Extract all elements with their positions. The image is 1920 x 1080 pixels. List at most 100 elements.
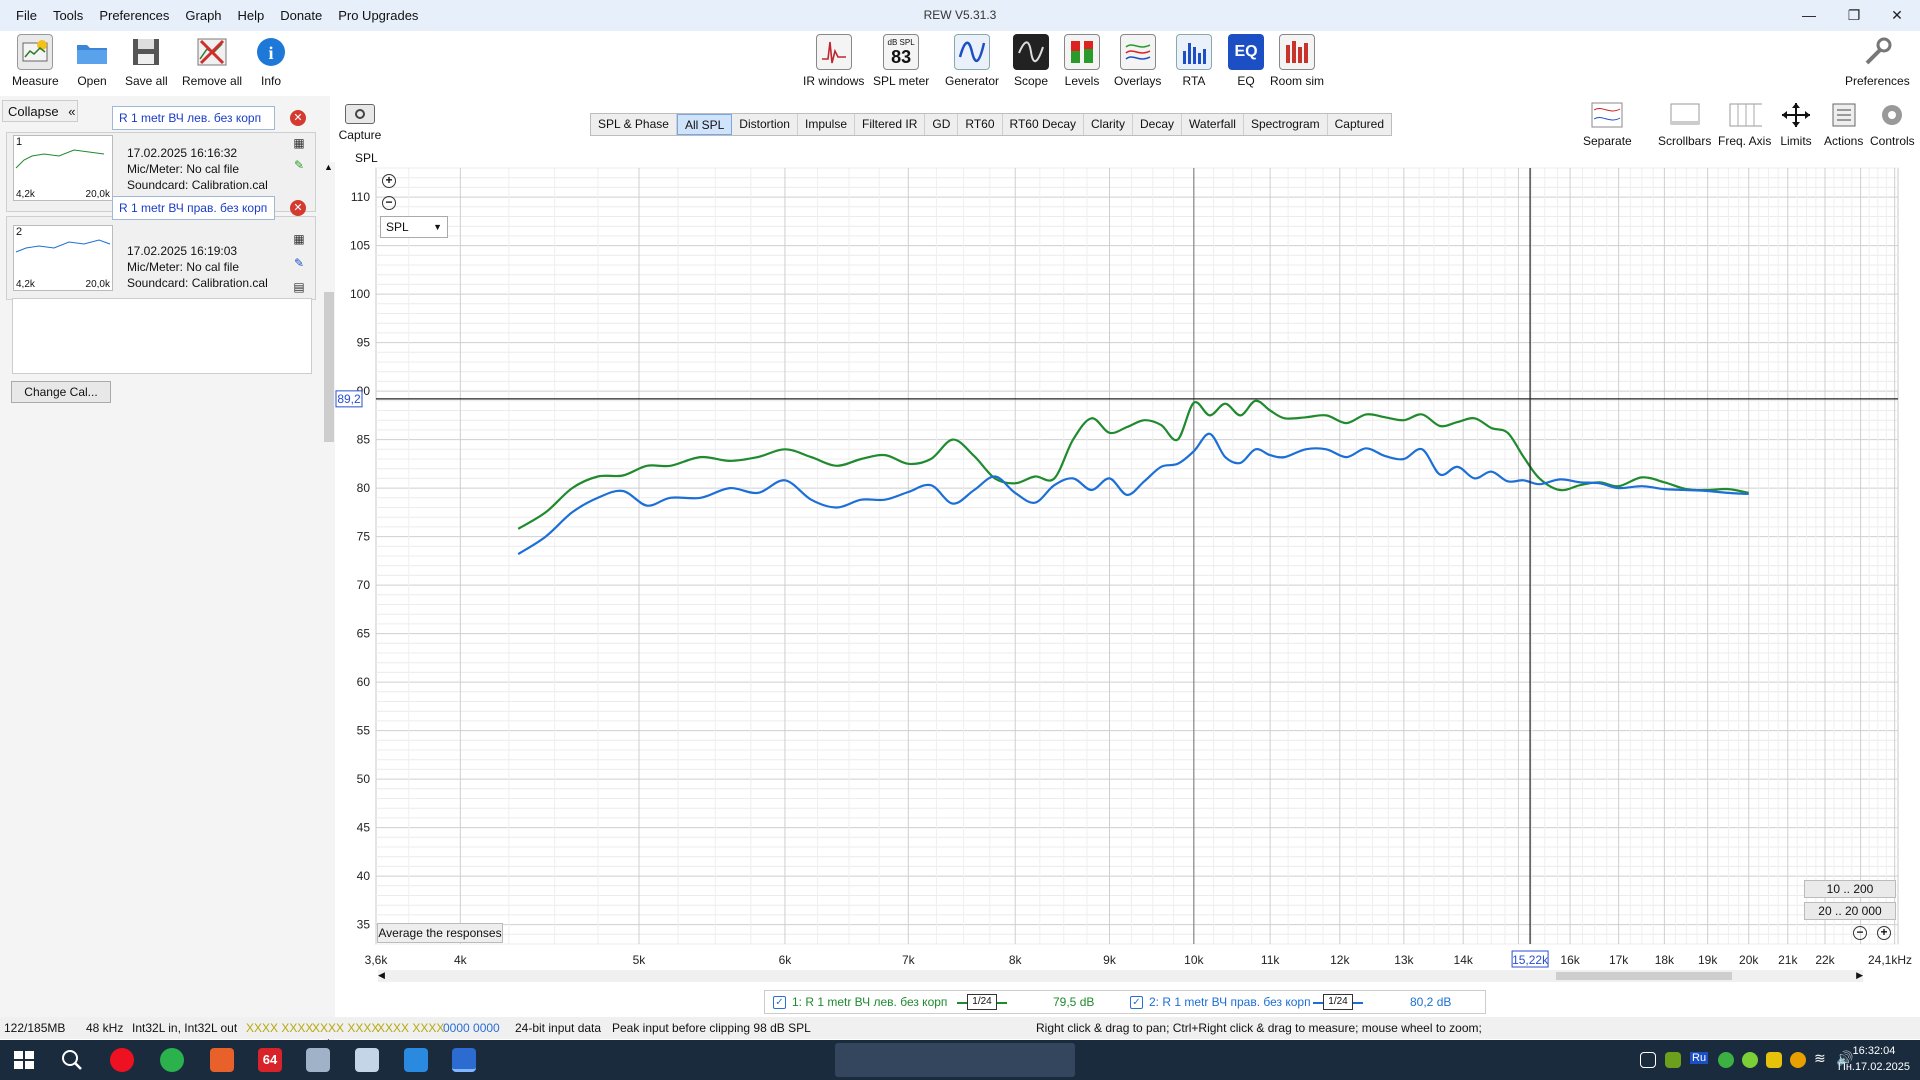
freq-axis-button[interactable]: Freq. Axis [1718, 100, 1771, 148]
generator-button[interactable]: Generator [945, 34, 999, 88]
tab-spl-phase[interactable]: SPL & Phase [591, 114, 677, 135]
info-button[interactable]: i Info [253, 34, 289, 88]
limits-button[interactable]: Limits [1779, 100, 1813, 148]
change-cal-button[interactable]: Change Cal... [11, 381, 111, 403]
tab-waterfall[interactable]: Waterfall [1182, 114, 1244, 135]
series-1-checkbox[interactable]: ✓ [773, 996, 786, 1009]
nvidia-icon[interactable] [1665, 1052, 1681, 1068]
explorer-icon[interactable] [355, 1048, 379, 1072]
rta-button[interactable]: RTA [1176, 34, 1212, 88]
tab-filtered-ir[interactable]: Filtered IR [855, 114, 926, 135]
menu-pro-upgrades[interactable]: Pro Upgrades [330, 8, 426, 23]
language-indicator[interactable]: Ru [1690, 1052, 1709, 1064]
tab-distortion[interactable]: Distortion [732, 114, 798, 135]
tray-icon-3[interactable] [1742, 1052, 1758, 1068]
separate-button[interactable]: Separate [1583, 100, 1632, 148]
measurement-2-thumbnail[interactable]: 2 4,2k 20,0k [13, 225, 113, 291]
series-2-checkbox[interactable]: ✓ [1130, 996, 1143, 1009]
tab-rt60[interactable]: RT60 [958, 114, 1003, 135]
tab-decay[interactable]: Decay [1133, 114, 1183, 135]
tray-icon-4[interactable] [1766, 1052, 1782, 1068]
measurement-1-remove-icon[interactable]: ✕ [290, 110, 306, 126]
overlays-button[interactable]: Overlays [1114, 34, 1161, 88]
spl-meter-button[interactable]: dB SPL 83 SPL meter [873, 34, 929, 88]
tray-icon-5[interactable] [1790, 1052, 1806, 1068]
scrollbars-button[interactable]: Scrollbars [1658, 100, 1711, 148]
y-axis-select[interactable]: SPL ▼ [380, 216, 448, 238]
open-button[interactable]: Open [74, 34, 110, 88]
menu-graph[interactable]: Graph [177, 8, 229, 23]
app-icon-3[interactable] [404, 1048, 428, 1072]
series-2-smoothing[interactable]: 1/24 [1323, 994, 1353, 1010]
scroll-up-icon[interactable]: ▲ [324, 162, 333, 172]
measurement-2-info-icon[interactable]: ▦ [291, 231, 307, 247]
tray-icon-2[interactable] [1718, 1052, 1734, 1068]
zoom-out-icon[interactable]: − [382, 196, 396, 210]
measurement-2-remove-icon[interactable]: ✕ [290, 200, 306, 216]
measurement-2-name[interactable]: R 1 metr ВЧ прав. без корп [112, 196, 275, 220]
scroll-left-icon[interactable]: ◀ [378, 970, 385, 981]
tab-rt60-decay[interactable]: RT60 Decay [1003, 114, 1084, 135]
spl-graph[interactable]: 35404550556065707580859095100105110 3,6k… [334, 150, 1920, 980]
x-zoom-out-icon[interactable]: − [1853, 926, 1867, 940]
measurement-2-pen-icon[interactable]: ✎ [291, 255, 307, 271]
tab-captured[interactable]: Captured [1328, 114, 1391, 135]
tab-impulse[interactable]: Impulse [798, 114, 856, 135]
levels-button[interactable]: Levels [1064, 34, 1100, 88]
range-10-200-button[interactable]: 10 .. 200 [1804, 880, 1896, 898]
eq-button[interactable]: EQ EQ [1228, 34, 1264, 88]
taskbar-clock[interactable]: 16:32:04 Пн.17.02.2025 [1838, 1043, 1910, 1075]
search-icon[interactable] [60, 1048, 84, 1072]
scroll-right-icon[interactable]: ▶ [1856, 970, 1863, 981]
left-panel-scroll-thumb[interactable] [324, 292, 334, 442]
series-1-smoothing[interactable]: 1/24 [967, 994, 997, 1010]
tab-gd[interactable]: GD [925, 114, 959, 135]
wifi-icon[interactable]: ≋ [1814, 1050, 1826, 1067]
measure-button[interactable]: Measure [12, 34, 59, 88]
average-responses-button[interactable]: Average the responses [377, 923, 503, 943]
app-icon[interactable] [210, 1048, 234, 1072]
save-all-button[interactable]: Save all [125, 34, 168, 88]
yandex-browser-icon[interactable] [110, 1048, 134, 1072]
tab-all-spl[interactable]: All SPL [676, 114, 733, 135]
tab-clarity[interactable]: Clarity [1084, 114, 1134, 135]
measurement-1-info-icon[interactable]: ▦ [291, 135, 307, 151]
tab-spectrogram[interactable]: Spectrogram [1244, 114, 1328, 135]
preferences-button[interactable]: Preferences [1845, 34, 1910, 88]
taskbar-thumbnails[interactable] [835, 1043, 1075, 1077]
room-sim-button[interactable]: Room sim [1270, 34, 1324, 88]
y-tick-label: 40 [357, 869, 371, 883]
camera-icon [345, 104, 375, 124]
menu-file[interactable]: File [8, 8, 45, 23]
collapse-button[interactable]: Collapse « [2, 100, 78, 122]
remove-all-button[interactable]: Remove all [182, 34, 242, 88]
measurement-2-notes-icon[interactable]: ▤ [291, 279, 307, 295]
rew-taskbar-icon[interactable] [452, 1048, 476, 1072]
menu-help[interactable]: Help [230, 8, 273, 23]
graph-scroll-thumb[interactable] [1556, 972, 1732, 980]
controls-button[interactable]: Controls [1870, 100, 1915, 148]
actions-button[interactable]: Actions [1824, 100, 1863, 148]
capture-button[interactable]: Capture [336, 100, 384, 142]
measurement-1-thumbnail[interactable]: 1 4,2k 20,0k [13, 135, 113, 201]
ir-windows-button[interactable]: IR windows [803, 34, 864, 88]
scope-button[interactable]: Scope [1013, 34, 1049, 88]
menu-preferences[interactable]: Preferences [91, 8, 177, 23]
tray-icon-1[interactable] [1640, 1052, 1656, 1068]
graph-horizontal-scrollbar[interactable]: ◀ ▶ [378, 970, 1863, 982]
aida64-icon[interactable]: 64 [258, 1048, 282, 1072]
app-icon-2[interactable] [306, 1048, 330, 1072]
range-20-20000-button[interactable]: 20 .. 20 000 [1804, 902, 1896, 920]
measurement-1-pen-icon[interactable]: ✎ [291, 157, 307, 173]
zoom-in-icon[interactable]: + [382, 174, 396, 188]
close-button[interactable]: ✕ [1882, 4, 1912, 26]
menu-donate[interactable]: Donate [272, 8, 330, 23]
maximize-button[interactable]: ❐ [1839, 4, 1869, 26]
measurement-1-name[interactable]: R 1 metr ВЧ лев. без корп [112, 106, 275, 130]
windows-start-icon[interactable] [12, 1048, 36, 1072]
measurement-2-panel[interactable]: 2 4,2k 20,0k 17.02.2025 16:19:03 Mic/Met… [6, 216, 316, 300]
browser-icon[interactable] [160, 1048, 184, 1072]
minimize-button[interactable]: — [1794, 4, 1824, 26]
x-zoom-in-icon[interactable]: + [1877, 926, 1891, 940]
menu-tools[interactable]: Tools [45, 8, 91, 23]
